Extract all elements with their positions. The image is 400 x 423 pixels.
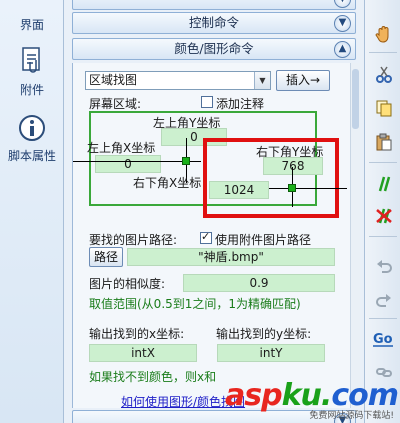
scrollbar-thumb[interactable]	[352, 69, 359, 129]
watermark-letter: s	[244, 378, 262, 413]
section-title: 控制命令	[188, 15, 239, 30]
right-toolbar: Go	[364, 0, 400, 423]
top-left-x-field[interactable]: 0	[95, 155, 161, 173]
watermark-subtitle: 免费网站源码下载站!	[309, 411, 394, 421]
left-rail: 界面 附件 脚本属性	[0, 0, 64, 423]
watermark-letter: k	[281, 378, 302, 413]
section-header-color-graphic-commands[interactable]: 颜色/图形命令 ▲	[72, 38, 356, 60]
rail-item-label: 界面	[19, 18, 44, 32]
dropdown-arrow-icon[interactable]: ▼	[254, 72, 270, 89]
watermark-letter: a	[225, 378, 245, 413]
similarity-hint: 取值范围(从0.5到1之间，1为精确匹配)	[89, 297, 301, 311]
insert-button[interactable]: 插入→	[276, 70, 330, 91]
chevron-down-icon[interactable]: ▼	[334, 0, 351, 8]
bottom-right-crosshair-horizontal	[269, 188, 347, 189]
use-attachment-checkbox[interactable]	[200, 230, 212, 244]
rail-item-script-properties[interactable]: 脚本属性	[0, 114, 64, 164]
scrollbar[interactable]	[350, 63, 360, 408]
bottom-right-y-field[interactable]: 768	[263, 157, 323, 175]
toolbar-separator	[369, 52, 397, 53]
similarity-label: 图片的相似度:	[89, 277, 166, 291]
attachment-icon	[22, 47, 40, 73]
image-path-field[interactable]: "神盾.bmp"	[127, 248, 335, 266]
section-title: 颜色/图形命令	[174, 41, 254, 56]
go-icon[interactable]: Go	[372, 328, 394, 348]
copy-icon[interactable]	[374, 98, 394, 118]
toolbar-separator	[369, 236, 397, 237]
similarity-field[interactable]: 0.9	[183, 274, 335, 292]
bottom-right-x-field[interactable]: 1024	[209, 181, 269, 199]
path-button[interactable]: 路径	[89, 247, 123, 267]
section-body: 区域找图 ▼ 插入→ 屏幕区域: 添加注释 左上角Y坐标 0 左上角X坐标 0 …	[72, 63, 356, 409]
rail-item-label: 附件	[19, 83, 44, 97]
toolbar-separator	[369, 318, 397, 319]
command-panel: ▼ 控制命令 ▼ 颜色/图形命令 ▲ 区域找图 ▼ 插入→ 屏幕区域: 添加注释…	[64, 0, 364, 423]
hand-icon[interactable]	[374, 24, 394, 44]
rail-item-interface[interactable]: 界面	[0, 2, 64, 33]
bottom-right-x-label: 右下角X坐标	[133, 176, 202, 190]
section-header-collapsed[interactable]: ▼	[72, 0, 356, 10]
rail-item-label: 脚本属性	[7, 149, 56, 163]
watermark: aspku.com 免费网站源码下载站!	[225, 381, 399, 422]
watermark-logo: aspku.com	[225, 378, 399, 413]
output-x-field[interactable]: intX	[89, 344, 197, 362]
interface-icon	[0, 2, 64, 14]
top-left-handle[interactable]	[182, 157, 190, 165]
chevron-down-icon[interactable]: ▼	[334, 15, 351, 32]
screen-region-label: 屏幕区域:	[89, 97, 142, 111]
paste-icon[interactable]	[374, 132, 394, 152]
info-icon	[19, 115, 45, 141]
svg-text:Go: Go	[373, 332, 393, 347]
uncomment-icon[interactable]	[374, 206, 394, 226]
output-x-label: 输出找到的x坐标:	[89, 327, 185, 341]
use-attachment-label: 使用附件图片路径	[215, 233, 312, 247]
comment-icon[interactable]	[374, 174, 394, 194]
add-comment-checkbox[interactable]	[201, 96, 213, 108]
section-header-control-commands[interactable]: 控制命令 ▼	[72, 12, 356, 34]
bottom-right-handle[interactable]	[288, 184, 296, 192]
image-path-label: 要找的图片路径:	[89, 233, 178, 247]
undo-icon[interactable]	[374, 256, 394, 276]
command-select-value: 区域找图	[89, 73, 138, 87]
not-found-hint: 如果找不到颜色，则x和	[89, 370, 217, 384]
command-select[interactable]: 区域找图 ▼	[85, 71, 271, 90]
top-left-x-label: 左上角X坐标	[87, 141, 156, 155]
add-comment-label: 添加注释	[216, 97, 265, 111]
output-y-label: 输出找到的y坐标:	[216, 327, 312, 341]
chevron-up-icon[interactable]: ▲	[334, 41, 351, 58]
toolbar-separator	[369, 162, 397, 163]
output-y-field[interactable]: intY	[217, 344, 325, 362]
redo-icon[interactable]	[374, 290, 394, 310]
rail-item-attachment[interactable]: 附件	[0, 46, 64, 98]
cut-icon[interactable]	[374, 64, 394, 84]
watermark-letter: p	[261, 378, 283, 413]
